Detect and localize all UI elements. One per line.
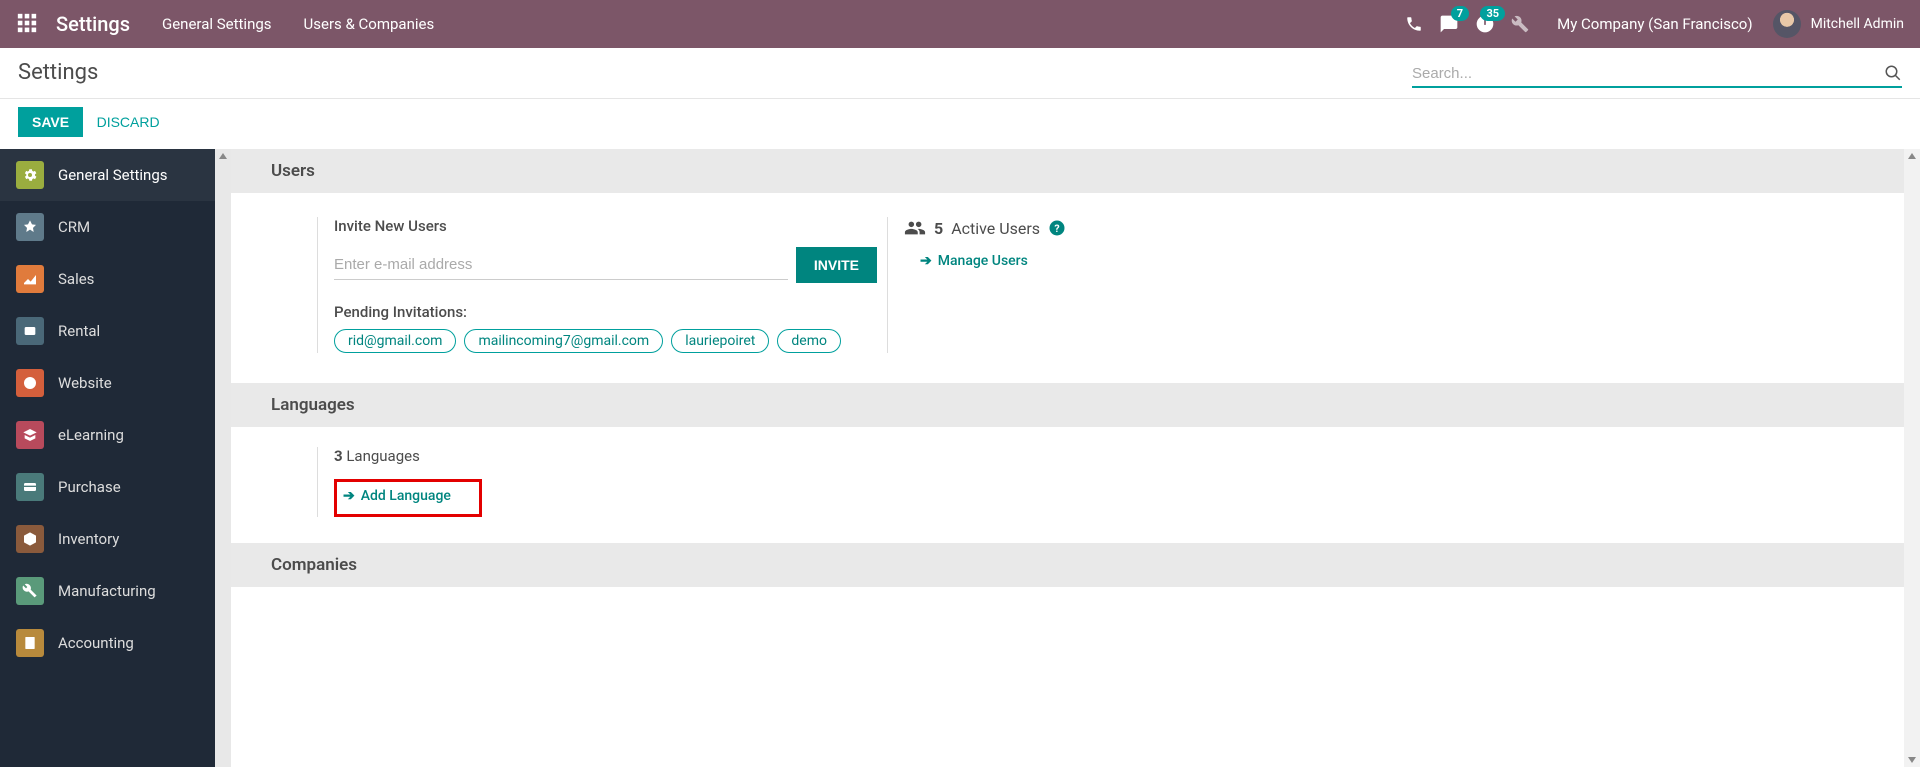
add-language-link[interactable]: ➔ Add Language: [343, 488, 451, 504]
section-header-companies: Companies: [231, 543, 1904, 587]
sidebar-item-label: Sales: [58, 270, 94, 288]
sidebar-item-inventory[interactable]: Inventory: [0, 513, 215, 565]
apps-menu-icon[interactable]: [16, 12, 40, 36]
scrollbar[interactable]: [215, 149, 231, 767]
key-icon: [16, 317, 44, 345]
activities-badge: 35: [1480, 6, 1505, 21]
control-panel: Settings: [0, 48, 1920, 99]
chart-icon: [16, 265, 44, 293]
scrollbar[interactable]: [1904, 149, 1920, 767]
avatar: [1773, 10, 1801, 38]
gear-icon: [16, 161, 44, 189]
menu-general-settings[interactable]: General Settings: [162, 15, 272, 33]
app-brand[interactable]: Settings: [56, 12, 130, 36]
globe-icon: [16, 369, 44, 397]
phone-icon[interactable]: [1405, 15, 1423, 33]
pending-invite-pill[interactable]: demo: [777, 329, 841, 353]
save-button[interactable]: SAVE: [18, 107, 83, 137]
user-menu[interactable]: Mitchell Admin: [1773, 10, 1904, 38]
sidebar-item-label: Accounting: [58, 634, 134, 652]
box-icon: [16, 525, 44, 553]
active-users-label: Active Users: [951, 219, 1040, 238]
invite-email-input[interactable]: [334, 250, 788, 280]
search-box[interactable]: [1412, 60, 1902, 88]
pending-invite-pill[interactable]: mailincoming7@gmail.com: [464, 329, 663, 353]
pending-invitations-label: Pending Invitations:: [334, 303, 877, 321]
settings-sidebar: General Settings CRM Sales Rental Websit…: [0, 149, 215, 767]
wrench-icon: [16, 577, 44, 605]
company-switcher[interactable]: My Company (San Francisco): [1557, 15, 1752, 33]
manage-users-label: Manage Users: [938, 253, 1028, 269]
sidebar-item-label: Purchase: [58, 478, 121, 496]
pending-invite-pill[interactable]: lauriepoiret: [671, 329, 769, 353]
invite-users-label: Invite New Users: [334, 217, 877, 235]
page-title: Settings: [18, 60, 98, 85]
debug-icon[interactable]: [1511, 15, 1529, 33]
help-icon[interactable]: ?: [1048, 219, 1066, 237]
languages-count-label: Languages: [346, 447, 420, 465]
sidebar-item-label: Manufacturing: [58, 582, 156, 600]
sidebar-item-label: CRM: [58, 218, 90, 236]
sidebar-item-website[interactable]: Website: [0, 357, 215, 409]
sidebar-item-general-settings[interactable]: General Settings: [0, 149, 215, 201]
book-icon: [16, 629, 44, 657]
sidebar-item-sales[interactable]: Sales: [0, 253, 215, 305]
search-icon[interactable]: [1884, 64, 1902, 82]
sidebar-item-rental[interactable]: Rental: [0, 305, 215, 357]
settings-content: Users Invite New Users INVITE Pending In…: [231, 149, 1904, 767]
sidebar-item-label: eLearning: [58, 426, 124, 444]
sidebar-item-crm[interactable]: CRM: [0, 201, 215, 253]
messaging-badge: 7: [1451, 6, 1469, 21]
credit-card-icon: [16, 473, 44, 501]
discard-button[interactable]: DISCARD: [97, 114, 160, 130]
manage-users-link[interactable]: ➔ Manage Users: [920, 253, 1028, 269]
sidebar-item-elearning[interactable]: eLearning: [0, 409, 215, 461]
svg-text:?: ?: [1054, 222, 1059, 235]
sidebar-item-label: Inventory: [58, 530, 119, 548]
add-language-label: Add Language: [361, 488, 451, 504]
arrow-right-icon: ➔: [920, 253, 932, 269]
sidebar-item-label: General Settings: [58, 166, 168, 184]
sidebar-item-purchase[interactable]: Purchase: [0, 461, 215, 513]
main: General Settings CRM Sales Rental Websit…: [0, 149, 1920, 767]
sidebar-item-label: Rental: [58, 322, 100, 340]
top-navbar: Settings General Settings Users & Compan…: [0, 0, 1920, 48]
sidebar-item-accounting[interactable]: Accounting: [0, 617, 215, 669]
active-users-count: 5: [934, 219, 943, 238]
sidebar-item-manufacturing[interactable]: Manufacturing: [0, 565, 215, 617]
search-input[interactable]: [1412, 65, 1884, 82]
languages-count: 3: [334, 447, 343, 465]
pending-invite-pill[interactable]: rid@gmail.com: [334, 329, 456, 353]
section-header-users: Users: [231, 149, 1904, 193]
section-header-languages: Languages: [231, 383, 1904, 427]
activities-icon[interactable]: 35: [1475, 14, 1495, 34]
users-icon: [904, 217, 926, 239]
highlighted-add-language: ➔ Add Language: [334, 479, 482, 517]
menu-users-companies[interactable]: Users & Companies: [304, 15, 435, 33]
handshake-icon: [16, 213, 44, 241]
graduation-icon: [16, 421, 44, 449]
user-name: Mitchell Admin: [1811, 16, 1904, 32]
pending-invitations-list: rid@gmail.com mailincoming7@gmail.com la…: [334, 329, 877, 353]
action-bar: SAVE DISCARD: [0, 99, 1920, 149]
arrow-right-icon: ➔: [343, 488, 355, 504]
sidebar-item-label: Website: [58, 374, 112, 392]
messaging-icon[interactable]: 7: [1439, 14, 1459, 34]
invite-button[interactable]: INVITE: [796, 247, 877, 283]
